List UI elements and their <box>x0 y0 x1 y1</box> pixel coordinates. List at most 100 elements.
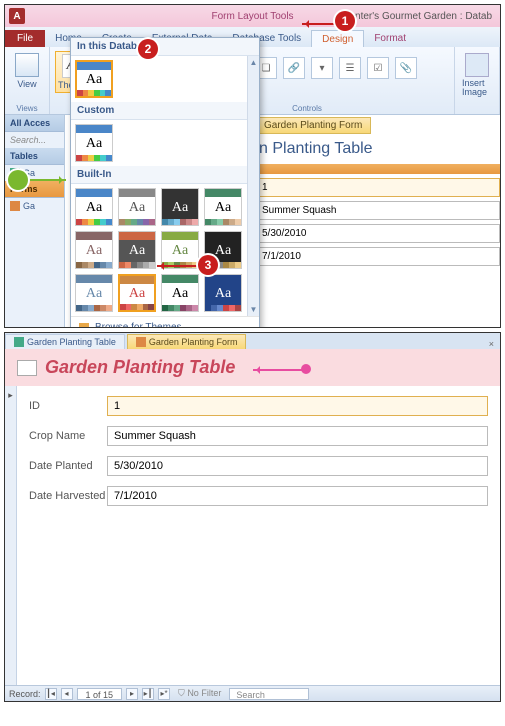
view-label: View <box>17 79 36 89</box>
table-icon <box>14 337 24 347</box>
form-view: Garden Planting Table ▸ ID Crop Name Dat… <box>5 349 500 685</box>
theme-office[interactable]: Aa <box>75 188 113 226</box>
document-tabs: Garden Planting Table Garden Planting Fo… <box>5 333 500 349</box>
nav-tables-header[interactable]: Tables <box>5 148 64 165</box>
form-icon <box>136 337 146 347</box>
field-crop <box>255 201 500 220</box>
themes-section-database: In this Database <box>71 38 259 56</box>
folder-icon <box>79 323 89 329</box>
record-label: Record: <box>9 689 41 699</box>
theme-aspect[interactable]: Aa <box>118 231 156 269</box>
tab-planting-table[interactable]: Garden Planting Table <box>5 334 125 349</box>
planted-input[interactable] <box>255 224 500 243</box>
callout-2: 2 <box>138 39 158 59</box>
form-tab[interactable]: Garden Planting Form <box>255 117 371 134</box>
arrow-result <box>253 369 303 371</box>
theme-clarity[interactable]: Aa <box>118 274 156 312</box>
theme-concourse[interactable]: Aa <box>204 274 242 312</box>
nav-new-button[interactable]: ▸* <box>158 688 170 700</box>
insert-image-label: Insert Image <box>462 79 492 97</box>
titlebar: A Form Layout Tools Gunter's Gourmet Gar… <box>5 5 500 27</box>
view-button[interactable]: View <box>13 51 41 91</box>
nav-prev-button[interactable]: ◂ <box>61 688 73 700</box>
harvested-input[interactable] <box>255 247 500 266</box>
group-views: View Views <box>5 47 50 114</box>
theme-adjacency[interactable]: Aa <box>118 188 156 226</box>
row-harvested: Date Harvested <box>29 486 488 506</box>
form-fields: ID Crop Name Date Planted Date Harvested <box>17 386 500 526</box>
form-header-accent <box>255 164 500 174</box>
themes-section-builtin: Built-In <box>71 166 259 184</box>
theme-angles[interactable]: Aa <box>161 188 199 226</box>
field-id <box>255 178 500 197</box>
filter-indicator[interactable]: ⛉ No Filter <box>174 688 225 699</box>
theme-custom-1[interactable]: Aa <box>75 124 113 162</box>
tab-format[interactable]: Format <box>364 30 416 47</box>
arrow-3 <box>157 265 199 267</box>
record-search[interactable]: Search <box>229 688 309 700</box>
access-app-icon: A <box>9 8 25 24</box>
insert-image-button[interactable]: Insert Image <box>460 51 494 99</box>
theme-civic[interactable]: Aa <box>75 274 113 312</box>
browse-themes[interactable]: Browse for Themes... <box>71 316 259 328</box>
contextual-tab-label: Form Layout Tools <box>211 11 293 22</box>
nav-next-button[interactable]: ▸ <box>126 688 138 700</box>
nav-first-button[interactable]: ┃◂ <box>45 688 57 700</box>
nav-search[interactable]: Search... <box>5 132 64 148</box>
row-crop: Crop Name <box>29 426 488 446</box>
callout-1: 1 <box>335 11 355 31</box>
scroll-up-icon: ▲ <box>250 58 258 67</box>
field-harvested <box>255 247 500 266</box>
theme-apex[interactable]: Aa <box>204 188 242 226</box>
control-combo[interactable]: ▾ <box>311 57 333 79</box>
form-heading: n Planting Table <box>255 134 500 164</box>
window-title: Gunter's Gourmet Garden : Datab <box>342 11 492 22</box>
form-icon <box>10 201 20 211</box>
id-input[interactable] <box>255 178 500 197</box>
callout-green <box>8 170 28 190</box>
record-navigation-bar: Record: ┃◂ ◂ 1 of 15 ▸ ▸┃ ▸* ⛉ No Filter… <box>5 685 500 701</box>
views-group-label: Views <box>5 104 49 113</box>
field-planted <box>255 224 500 243</box>
label-id: ID <box>29 400 107 412</box>
view-icon <box>15 53 39 77</box>
input-planted[interactable] <box>107 456 488 476</box>
close-tab-button[interactable]: × <box>483 339 500 349</box>
nav-all-objects[interactable]: All Acces <box>5 115 64 132</box>
nav-form-item[interactable]: Ga <box>5 198 64 214</box>
row-id: ID <box>29 396 488 416</box>
theme-current[interactable]: Aa <box>75 60 113 98</box>
input-id[interactable] <box>107 396 488 416</box>
label-crop: Crop Name <box>29 430 107 442</box>
group-insert-image: Insert Image <box>455 47 500 114</box>
label-planted: Date Planted <box>29 460 107 472</box>
callout-3: 3 <box>198 255 218 275</box>
input-harvested[interactable] <box>107 486 488 506</box>
themes-dropdown: In this Database Aa Custom Aa Built-In A… <box>70 37 260 328</box>
scroll-down-icon: ▼ <box>250 305 258 314</box>
themes-scrollbar[interactable]: ▲▼ <box>247 56 259 316</box>
control-list[interactable]: ☰ <box>339 57 361 79</box>
record-selector[interactable]: ▸ <box>5 386 17 686</box>
tab-design[interactable]: Design <box>311 30 364 48</box>
input-crop[interactable] <box>107 426 488 446</box>
nav-last-button[interactable]: ▸┃ <box>142 688 154 700</box>
theme-composite[interactable]: Aa <box>161 274 199 312</box>
label-harvested: Date Harvested <box>29 490 107 502</box>
bottom-screenshot: Garden Planting Table Garden Planting Fo… <box>4 332 501 702</box>
tab-file[interactable]: File <box>5 30 45 47</box>
control-check[interactable]: ☑ <box>367 57 389 79</box>
theme-apothecary[interactable]: Aa <box>75 231 113 269</box>
insert-image-icon <box>465 53 489 77</box>
arrow-1 <box>302 23 337 25</box>
crop-input[interactable] <box>255 201 500 220</box>
control-link[interactable]: 🔗 <box>283 57 305 79</box>
control-attach[interactable]: 📎 <box>395 57 417 79</box>
record-marker-icon: ▸ <box>5 386 16 401</box>
arrow-green <box>28 179 66 181</box>
themes-thumbs-builtin: Aa Aa Aa Aa Aa Aa Aa Aa Aa Aa Aa Aa <box>71 184 259 316</box>
form-title: Garden Planting Table <box>45 357 235 378</box>
tab-planting-form[interactable]: Garden Planting Form <box>127 334 247 349</box>
theme-austin[interactable]: Aa <box>161 231 199 269</box>
record-counter: 1 of 15 <box>77 688 123 700</box>
